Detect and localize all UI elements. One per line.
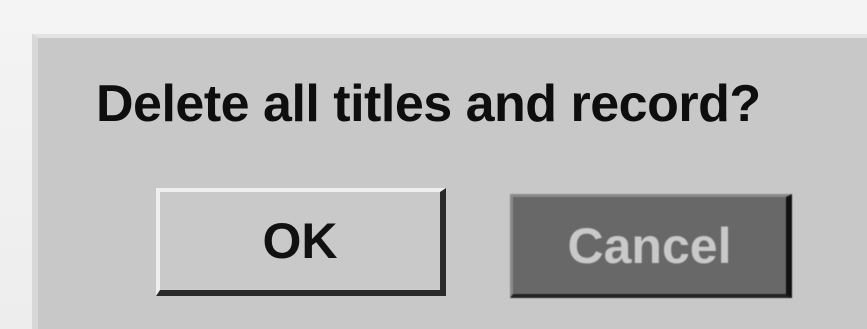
confirm-dialog: Delete all titles and record? OK Cancel bbox=[32, 34, 867, 329]
screen: Delete all titles and record? OK Cancel bbox=[0, 0, 867, 329]
ok-button[interactable]: OK bbox=[156, 188, 446, 296]
dialog-message: Delete all titles and record? bbox=[96, 75, 761, 133]
cancel-button[interactable]: Cancel bbox=[510, 194, 792, 298]
